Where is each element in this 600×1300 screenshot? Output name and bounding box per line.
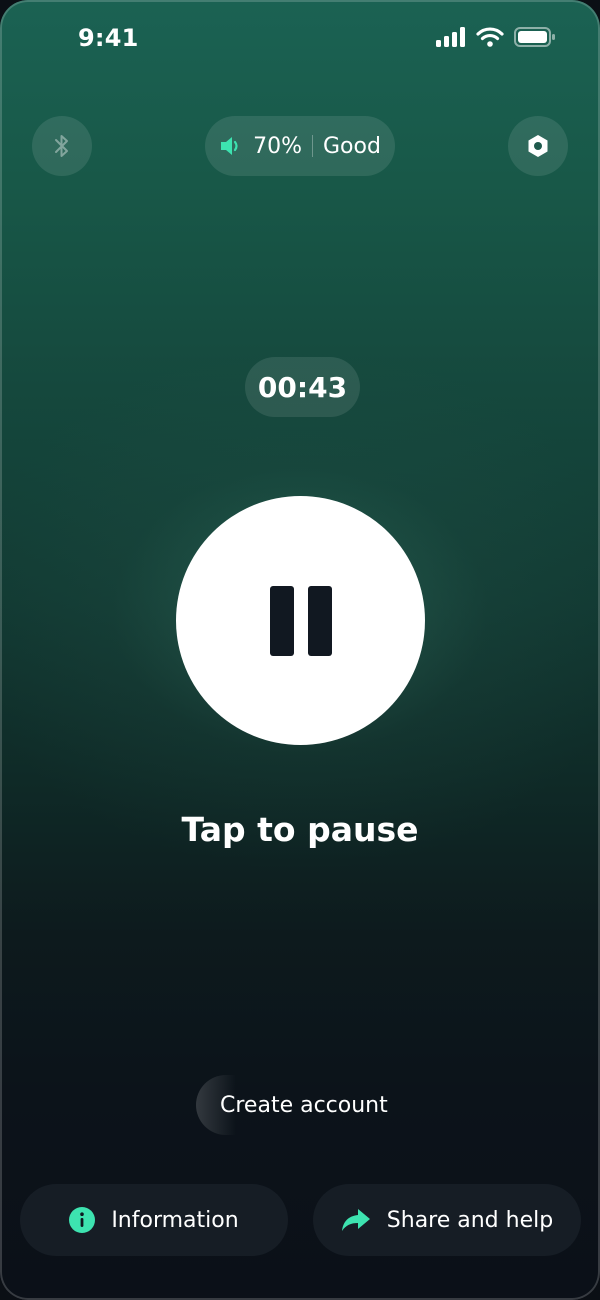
wifi-icon	[476, 27, 504, 47]
volume-indicator[interactable]: 70% Good	[205, 116, 395, 176]
pause-icon	[269, 585, 332, 656]
connection-quality: Good	[322, 133, 381, 159]
settings-button[interactable]	[508, 116, 568, 176]
status-time: 9:41	[78, 24, 139, 52]
bluetooth-button[interactable]	[32, 116, 92, 176]
elapsed-timer: 00:43	[245, 357, 360, 417]
app-screen: 9:41 70% Good 00:43 Tap to pause Create …	[0, 0, 600, 1300]
share-and-help-button[interactable]: Share and help	[313, 1184, 581, 1256]
information-button[interactable]: Information	[20, 1184, 288, 1256]
pause-button[interactable]	[176, 496, 425, 745]
volume-separator	[311, 135, 313, 157]
pause-bar-right	[307, 585, 332, 656]
create-account-button[interactable]: Create account	[196, 1075, 408, 1135]
signal-icon	[436, 27, 465, 47]
status-icons	[436, 27, 556, 47]
bluetooth-icon	[55, 135, 68, 157]
information-label: Information	[111, 1207, 239, 1233]
share-and-help-label: Share and help	[386, 1207, 554, 1233]
volume-level: 70%	[253, 133, 302, 159]
hexagon-settings-icon	[528, 135, 548, 157]
tap-to-pause-label: Tap to pause	[181, 810, 419, 849]
battery-icon	[514, 27, 555, 47]
share-arrow-icon	[341, 1207, 371, 1233]
info-icon	[69, 1207, 96, 1233]
speaker-icon	[219, 135, 241, 157]
pause-bar-left	[269, 585, 294, 656]
